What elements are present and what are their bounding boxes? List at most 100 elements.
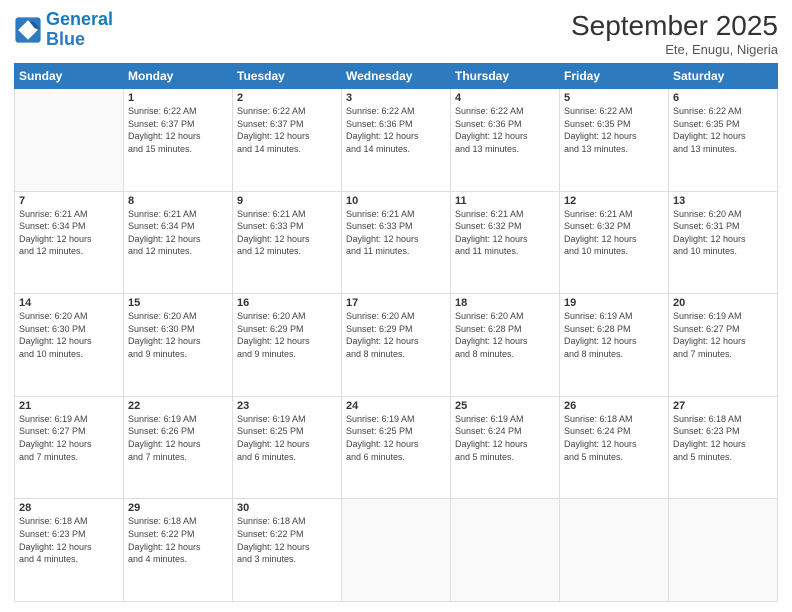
day-info: Sunrise: 6:20 AM Sunset: 6:28 PM Dayligh… xyxy=(455,310,555,360)
day-number: 26 xyxy=(564,400,664,412)
day-cell xyxy=(342,499,451,602)
day-info: Sunrise: 6:21 AM Sunset: 6:32 PM Dayligh… xyxy=(455,208,555,258)
header-sunday: Sunday xyxy=(15,64,124,89)
day-info: Sunrise: 6:21 AM Sunset: 6:34 PM Dayligh… xyxy=(19,208,119,258)
day-number: 14 xyxy=(19,297,119,309)
day-number: 24 xyxy=(346,400,446,412)
day-number: 18 xyxy=(455,297,555,309)
day-cell: 14Sunrise: 6:20 AM Sunset: 6:30 PM Dayli… xyxy=(15,294,124,397)
day-cell xyxy=(15,89,124,192)
day-info: Sunrise: 6:21 AM Sunset: 6:34 PM Dayligh… xyxy=(128,208,228,258)
day-number: 10 xyxy=(346,195,446,207)
day-number: 7 xyxy=(19,195,119,207)
logo-icon xyxy=(14,16,42,44)
day-number: 9 xyxy=(237,195,337,207)
page: General Blue September 2025 Ete, Enugu, … xyxy=(0,0,792,612)
week-row-3: 21Sunrise: 6:19 AM Sunset: 6:27 PM Dayli… xyxy=(15,396,778,499)
day-info: Sunrise: 6:18 AM Sunset: 6:24 PM Dayligh… xyxy=(564,413,664,463)
day-number: 8 xyxy=(128,195,228,207)
day-number: 20 xyxy=(673,297,773,309)
day-cell: 27Sunrise: 6:18 AM Sunset: 6:23 PM Dayli… xyxy=(669,396,778,499)
header-saturday: Saturday xyxy=(669,64,778,89)
day-info: Sunrise: 6:22 AM Sunset: 6:35 PM Dayligh… xyxy=(564,105,664,155)
day-cell: 11Sunrise: 6:21 AM Sunset: 6:32 PM Dayli… xyxy=(451,191,560,294)
header: General Blue September 2025 Ete, Enugu, … xyxy=(14,10,778,57)
day-info: Sunrise: 6:22 AM Sunset: 6:36 PM Dayligh… xyxy=(455,105,555,155)
day-number: 17 xyxy=(346,297,446,309)
day-number: 4 xyxy=(455,92,555,104)
day-cell: 10Sunrise: 6:21 AM Sunset: 6:33 PM Dayli… xyxy=(342,191,451,294)
day-number: 27 xyxy=(673,400,773,412)
day-cell: 22Sunrise: 6:19 AM Sunset: 6:26 PM Dayli… xyxy=(124,396,233,499)
day-info: Sunrise: 6:22 AM Sunset: 6:37 PM Dayligh… xyxy=(128,105,228,155)
day-cell: 13Sunrise: 6:20 AM Sunset: 6:31 PM Dayli… xyxy=(669,191,778,294)
day-info: Sunrise: 6:19 AM Sunset: 6:25 PM Dayligh… xyxy=(346,413,446,463)
day-cell: 24Sunrise: 6:19 AM Sunset: 6:25 PM Dayli… xyxy=(342,396,451,499)
day-cell: 16Sunrise: 6:20 AM Sunset: 6:29 PM Dayli… xyxy=(233,294,342,397)
day-info: Sunrise: 6:19 AM Sunset: 6:26 PM Dayligh… xyxy=(128,413,228,463)
day-cell: 4Sunrise: 6:22 AM Sunset: 6:36 PM Daylig… xyxy=(451,89,560,192)
logo-line1: General xyxy=(46,9,113,29)
day-number: 22 xyxy=(128,400,228,412)
week-row-0: 1Sunrise: 6:22 AM Sunset: 6:37 PM Daylig… xyxy=(15,89,778,192)
day-info: Sunrise: 6:19 AM Sunset: 6:25 PM Dayligh… xyxy=(237,413,337,463)
day-cell: 20Sunrise: 6:19 AM Sunset: 6:27 PM Dayli… xyxy=(669,294,778,397)
day-cell: 7Sunrise: 6:21 AM Sunset: 6:34 PM Daylig… xyxy=(15,191,124,294)
day-info: Sunrise: 6:19 AM Sunset: 6:27 PM Dayligh… xyxy=(673,310,773,360)
day-cell: 6Sunrise: 6:22 AM Sunset: 6:35 PM Daylig… xyxy=(669,89,778,192)
day-number: 15 xyxy=(128,297,228,309)
day-cell: 25Sunrise: 6:19 AM Sunset: 6:24 PM Dayli… xyxy=(451,396,560,499)
day-cell: 12Sunrise: 6:21 AM Sunset: 6:32 PM Dayli… xyxy=(560,191,669,294)
day-info: Sunrise: 6:18 AM Sunset: 6:22 PM Dayligh… xyxy=(128,515,228,565)
day-number: 5 xyxy=(564,92,664,104)
day-info: Sunrise: 6:18 AM Sunset: 6:23 PM Dayligh… xyxy=(673,413,773,463)
day-info: Sunrise: 6:22 AM Sunset: 6:36 PM Dayligh… xyxy=(346,105,446,155)
day-cell: 26Sunrise: 6:18 AM Sunset: 6:24 PM Dayli… xyxy=(560,396,669,499)
day-cell xyxy=(451,499,560,602)
day-number: 29 xyxy=(128,502,228,514)
day-info: Sunrise: 6:20 AM Sunset: 6:31 PM Dayligh… xyxy=(673,208,773,258)
month-title: September 2025 xyxy=(571,10,778,42)
day-info: Sunrise: 6:20 AM Sunset: 6:29 PM Dayligh… xyxy=(237,310,337,360)
week-row-4: 28Sunrise: 6:18 AM Sunset: 6:23 PM Dayli… xyxy=(15,499,778,602)
day-cell: 30Sunrise: 6:18 AM Sunset: 6:22 PM Dayli… xyxy=(233,499,342,602)
day-cell: 1Sunrise: 6:22 AM Sunset: 6:37 PM Daylig… xyxy=(124,89,233,192)
week-row-2: 14 Sunrise: 6:20 AM Sunset: 6:30 PM Dayli… xyxy=(15,294,778,397)
day-number: 28 xyxy=(19,502,119,514)
day-cell: 23Sunrise: 6:19 AM Sunset: 6:25 PM Dayli… xyxy=(233,396,342,499)
day-cell: 21Sunrise: 6:19 AM Sunset: 6:27 PM Dayli… xyxy=(15,396,124,499)
day-cell: 28Sunrise: 6:18 AM Sunset: 6:23 PM Dayli… xyxy=(15,499,124,602)
day-info: Sunrise: 6:21 AM Sunset: 6:33 PM Dayligh… xyxy=(237,208,337,258)
header-thursday: Thursday xyxy=(451,64,560,89)
header-wednesday: Wednesday xyxy=(342,64,451,89)
calendar-header-row: Sunday Monday Tuesday Wednesday Thursday… xyxy=(15,64,778,89)
day-cell: 17Sunrise: 6:20 AM Sunset: 6:29 PM Dayli… xyxy=(342,294,451,397)
day-cell: 2Sunrise: 6:22 AM Sunset: 6:37 PM Daylig… xyxy=(233,89,342,192)
header-monday: Monday xyxy=(124,64,233,89)
day-info: Sunrise: 6:18 AM Sunset: 6:23 PM Dayligh… xyxy=(19,515,119,565)
title-area: September 2025 Ete, Enugu, Nigeria xyxy=(571,10,778,57)
day-info: Sunrise: 6:21 AM Sunset: 6:32 PM Dayligh… xyxy=(564,208,664,258)
day-number: 3 xyxy=(346,92,446,104)
day-info: Sunrise: 6:18 AM Sunset: 6:22 PM Dayligh… xyxy=(237,515,337,565)
day-cell: 29Sunrise: 6:18 AM Sunset: 6:22 PM Dayli… xyxy=(124,499,233,602)
day-number: 1 xyxy=(128,92,228,104)
day-number: 6 xyxy=(673,92,773,104)
subtitle: Ete, Enugu, Nigeria xyxy=(571,42,778,57)
day-cell: 8Sunrise: 6:21 AM Sunset: 6:34 PM Daylig… xyxy=(124,191,233,294)
day-info: Sunrise: 6:20 AM Sunset: 6:30 PM Dayligh… xyxy=(128,310,228,360)
day-number: 13 xyxy=(673,195,773,207)
header-friday: Friday xyxy=(560,64,669,89)
day-number: 30 xyxy=(237,502,337,514)
logo: General Blue xyxy=(14,10,113,50)
day-number: 12 xyxy=(564,195,664,207)
logo-text: General Blue xyxy=(46,10,113,50)
day-cell: 3Sunrise: 6:22 AM Sunset: 6:36 PM Daylig… xyxy=(342,89,451,192)
day-info: Sunrise: 6:21 AM Sunset: 6:33 PM Dayligh… xyxy=(346,208,446,258)
day-cell: 5Sunrise: 6:22 AM Sunset: 6:35 PM Daylig… xyxy=(560,89,669,192)
calendar-table: Sunday Monday Tuesday Wednesday Thursday… xyxy=(14,63,778,602)
day-number: 23 xyxy=(237,400,337,412)
day-info: Sunrise: 6:19 AM Sunset: 6:27 PM Dayligh… xyxy=(19,413,119,463)
day-cell: 19Sunrise: 6:19 AM Sunset: 6:28 PM Dayli… xyxy=(560,294,669,397)
day-number: 19 xyxy=(564,297,664,309)
